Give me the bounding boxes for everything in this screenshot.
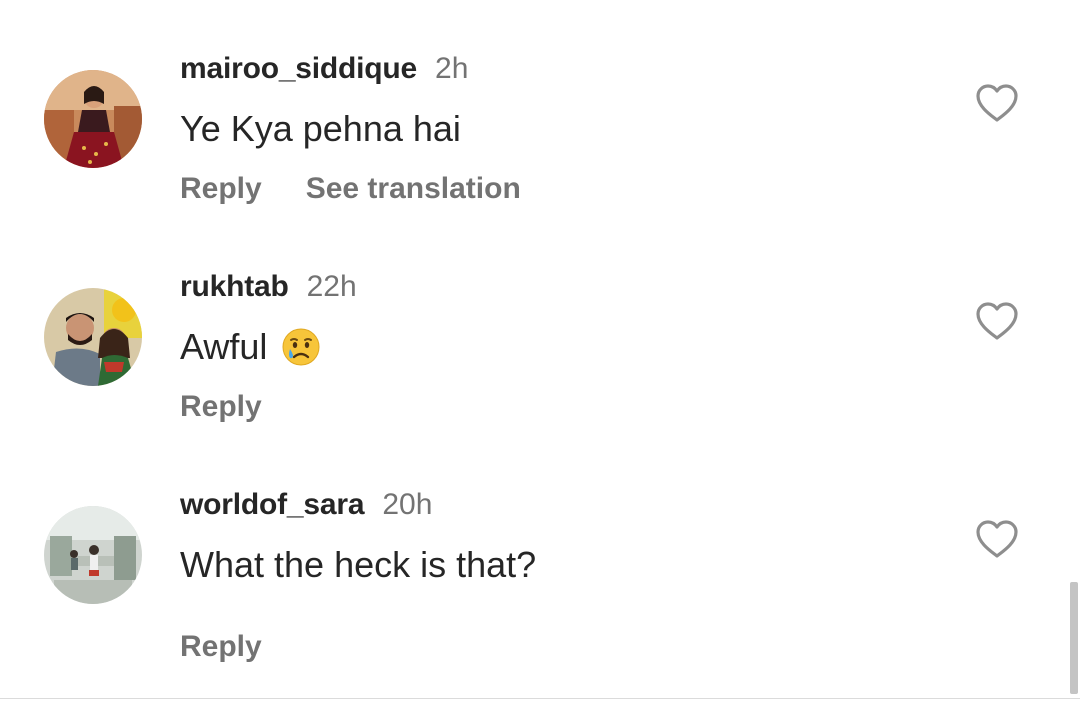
like-heart-icon[interactable] [974, 518, 1020, 560]
comment-username[interactable]: rukhtab [180, 270, 289, 304]
comment-item: mairoo_siddique 2h Ye Kya pehna hai Repl… [0, 0, 1080, 218]
comment-header: rukhtab 22h [180, 270, 357, 310]
user-avatar[interactable] [44, 288, 142, 386]
avatar-woman-red-dress [44, 70, 142, 168]
avatar-room-scene [44, 506, 142, 604]
comment-text-content: Awful [180, 326, 268, 367]
user-avatar[interactable] [44, 506, 142, 604]
scrollbar-thumb[interactable] [1070, 582, 1078, 694]
reply-button[interactable]: Reply [180, 630, 262, 664]
comment-header: mairoo_siddique 2h [180, 52, 468, 92]
comment-timestamp: 20h [382, 488, 433, 521]
avatar-couple-selfie [44, 288, 142, 386]
comment-header: worldof_sara 20h [180, 488, 432, 528]
comment-text: What the heck is that? [180, 544, 536, 586]
see-translation-button[interactable]: See translation [306, 172, 521, 206]
reply-button[interactable]: Reply [180, 390, 262, 424]
comment-username[interactable]: mairoo_siddique [180, 52, 417, 86]
comment-timestamp: 2h [435, 52, 469, 85]
like-heart-icon[interactable] [974, 82, 1020, 124]
comment-item: worldof_sara 20h What the heck is that? … [0, 436, 1080, 663]
comment-actions: Reply [180, 390, 262, 424]
comment-username[interactable]: worldof_sara [180, 488, 365, 522]
crying-face-emoji [281, 327, 321, 367]
comment-timestamp: 22h [306, 270, 357, 303]
comment-item: rukhtab 22h Awful Reply [0, 218, 1080, 436]
comment-text: Ye Kya pehna hai [180, 108, 461, 150]
divider [0, 698, 1080, 699]
comment-text-content: Ye Kya pehna hai [180, 108, 461, 149]
like-heart-icon[interactable] [974, 300, 1020, 342]
reply-button[interactable]: Reply [180, 172, 262, 206]
comment-text-content: What the heck is that? [180, 544, 537, 585]
comment-actions: Reply See translation [180, 172, 521, 206]
comment-actions: Reply [180, 630, 262, 664]
comment-text: Awful [180, 326, 321, 368]
user-avatar[interactable] [44, 70, 142, 168]
